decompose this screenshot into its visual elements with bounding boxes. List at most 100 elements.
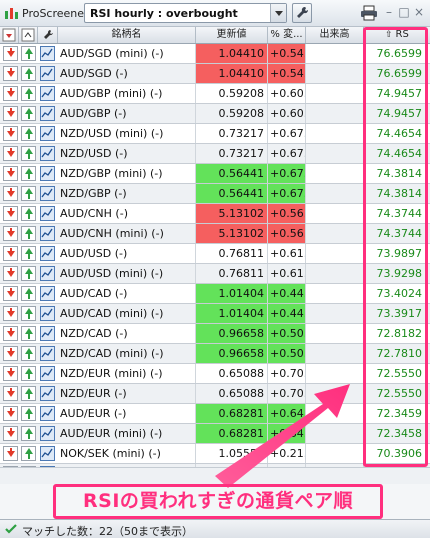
screener-select[interactable]: RSI hourly : overbought bbox=[84, 3, 287, 23]
alert-down-icon[interactable] bbox=[3, 166, 18, 181]
instrument-name[interactable]: AUD/USD (-) bbox=[58, 244, 196, 263]
alert-down-icon[interactable] bbox=[3, 426, 18, 441]
alert-down-icon[interactable] bbox=[3, 206, 18, 221]
instrument-name[interactable]: AUD/EUR (mini) (-) bbox=[58, 424, 196, 443]
alert-down-icon[interactable] bbox=[3, 326, 18, 341]
chart-icon[interactable] bbox=[40, 306, 55, 321]
alert-down-icon[interactable] bbox=[3, 246, 18, 261]
arrow-up-icon[interactable] bbox=[21, 406, 36, 421]
chart-icon[interactable] bbox=[40, 246, 55, 261]
arrow-up-icon[interactable] bbox=[21, 146, 36, 161]
chart-icon[interactable] bbox=[40, 346, 55, 361]
alert-down-icon[interactable] bbox=[3, 146, 18, 161]
instrument-name[interactable]: AUD/CAD (-) bbox=[58, 284, 196, 303]
alert-down-icon[interactable] bbox=[3, 406, 18, 421]
instrument-name[interactable]: NOK/SEK (mini) (-) bbox=[58, 444, 196, 463]
instrument-name[interactable]: AUD/EUR (-) bbox=[58, 404, 196, 423]
chart-icon[interactable] bbox=[40, 406, 55, 421]
arrow-up-icon[interactable] bbox=[21, 106, 36, 121]
arrow-up-icon[interactable] bbox=[21, 426, 36, 441]
chart-icon[interactable] bbox=[40, 146, 55, 161]
chart-icon[interactable] bbox=[40, 126, 55, 141]
minimize-icon[interactable]: – bbox=[383, 6, 395, 18]
instrument-name[interactable]: NZD/EUR (-) bbox=[58, 384, 196, 403]
chart-icon[interactable] bbox=[40, 86, 55, 101]
arrow-up-icon[interactable] bbox=[21, 186, 36, 201]
instrument-name[interactable]: AUD/CNH (-) bbox=[58, 204, 196, 223]
instrument-name[interactable]: AUD/GBP (mini) (-) bbox=[58, 84, 196, 103]
arrow-up-icon[interactable] bbox=[21, 166, 36, 181]
export-column-icon[interactable] bbox=[19, 27, 38, 43]
alert-down-icon[interactable] bbox=[3, 106, 18, 121]
maximize-icon[interactable]: □ bbox=[398, 6, 410, 18]
chart-icon[interactable] bbox=[40, 106, 55, 121]
chart-icon[interactable] bbox=[40, 66, 55, 81]
chart-icon[interactable] bbox=[40, 46, 55, 61]
column-header-name[interactable]: 銘柄名 bbox=[58, 27, 196, 43]
alert-column-icon[interactable] bbox=[0, 27, 19, 43]
alert-down-icon[interactable] bbox=[3, 66, 18, 81]
instrument-name[interactable]: NZD/CAD (mini) (-) bbox=[58, 344, 196, 363]
alert-down-icon[interactable] bbox=[3, 266, 18, 281]
alert-down-icon[interactable] bbox=[3, 86, 18, 101]
volume bbox=[306, 84, 364, 103]
arrow-up-icon[interactable] bbox=[21, 246, 36, 261]
last-price: 0.96658 bbox=[196, 344, 268, 363]
instrument-name[interactable]: AUD/SGD (-) bbox=[58, 64, 196, 83]
chart-icon[interactable] bbox=[40, 266, 55, 281]
instrument-name[interactable]: NZD/GBP (-) bbox=[58, 184, 196, 203]
printer-icon[interactable] bbox=[360, 4, 378, 22]
alert-down-icon[interactable] bbox=[3, 46, 18, 61]
instrument-name[interactable]: AUD/CAD (mini) (-) bbox=[58, 304, 196, 323]
arrow-up-icon[interactable] bbox=[21, 306, 36, 321]
chart-icon[interactable] bbox=[40, 166, 55, 181]
arrow-up-icon[interactable] bbox=[21, 366, 36, 381]
alert-down-icon[interactable] bbox=[3, 186, 18, 201]
instrument-name[interactable]: AUD/CNH (mini) (-) bbox=[58, 224, 196, 243]
close-icon[interactable]: × bbox=[413, 6, 425, 18]
arrow-up-icon[interactable] bbox=[21, 446, 36, 461]
chart-icon[interactable] bbox=[40, 366, 55, 381]
arrow-up-icon[interactable] bbox=[21, 346, 36, 361]
chart-icon[interactable] bbox=[40, 326, 55, 341]
instrument-name[interactable]: NZD/USD (-) bbox=[58, 144, 196, 163]
arrow-up-icon[interactable] bbox=[21, 126, 36, 141]
alert-down-icon[interactable] bbox=[3, 286, 18, 301]
chart-icon[interactable] bbox=[40, 206, 55, 221]
column-header-change[interactable]: % 変... bbox=[268, 27, 306, 43]
arrow-up-icon[interactable] bbox=[21, 206, 36, 221]
alert-down-icon[interactable] bbox=[3, 446, 18, 461]
alert-down-icon[interactable] bbox=[3, 366, 18, 381]
arrow-up-icon[interactable] bbox=[21, 266, 36, 281]
chart-icon[interactable] bbox=[40, 226, 55, 241]
column-header-volume[interactable]: 出来高 bbox=[306, 27, 364, 43]
arrow-up-icon[interactable] bbox=[21, 286, 36, 301]
tools-column-icon[interactable] bbox=[38, 27, 58, 43]
alert-down-icon[interactable] bbox=[3, 386, 18, 401]
arrow-up-icon[interactable] bbox=[21, 386, 36, 401]
chart-icon[interactable] bbox=[40, 386, 55, 401]
instrument-name[interactable]: NZD/GBP (mini) (-) bbox=[58, 164, 196, 183]
instrument-name[interactable]: AUD/SGD (mini) (-) bbox=[58, 44, 196, 63]
chevron-down-icon[interactable] bbox=[270, 4, 286, 22]
instrument-name[interactable]: NZD/CAD (-) bbox=[58, 324, 196, 343]
settings-button[interactable] bbox=[292, 3, 312, 23]
chart-icon[interactable] bbox=[40, 446, 55, 461]
alert-down-icon[interactable] bbox=[3, 306, 18, 321]
column-header-last[interactable]: 更新値 bbox=[196, 27, 268, 43]
arrow-up-icon[interactable] bbox=[21, 226, 36, 241]
arrow-up-icon[interactable] bbox=[21, 46, 36, 61]
alert-down-icon[interactable] bbox=[3, 346, 18, 361]
alert-down-icon[interactable] bbox=[3, 226, 18, 241]
instrument-name[interactable]: NZD/EUR (mini) (-) bbox=[58, 364, 196, 383]
arrow-up-icon[interactable] bbox=[21, 66, 36, 81]
instrument-name[interactable]: NZD/USD (mini) (-) bbox=[58, 124, 196, 143]
chart-icon[interactable] bbox=[40, 286, 55, 301]
chart-icon[interactable] bbox=[40, 426, 55, 441]
instrument-name[interactable]: AUD/GBP (-) bbox=[58, 104, 196, 123]
arrow-up-icon[interactable] bbox=[21, 326, 36, 341]
chart-icon[interactable] bbox=[40, 186, 55, 201]
instrument-name[interactable]: AUD/USD (mini) (-) bbox=[58, 264, 196, 283]
alert-down-icon[interactable] bbox=[3, 126, 18, 141]
arrow-up-icon[interactable] bbox=[21, 86, 36, 101]
